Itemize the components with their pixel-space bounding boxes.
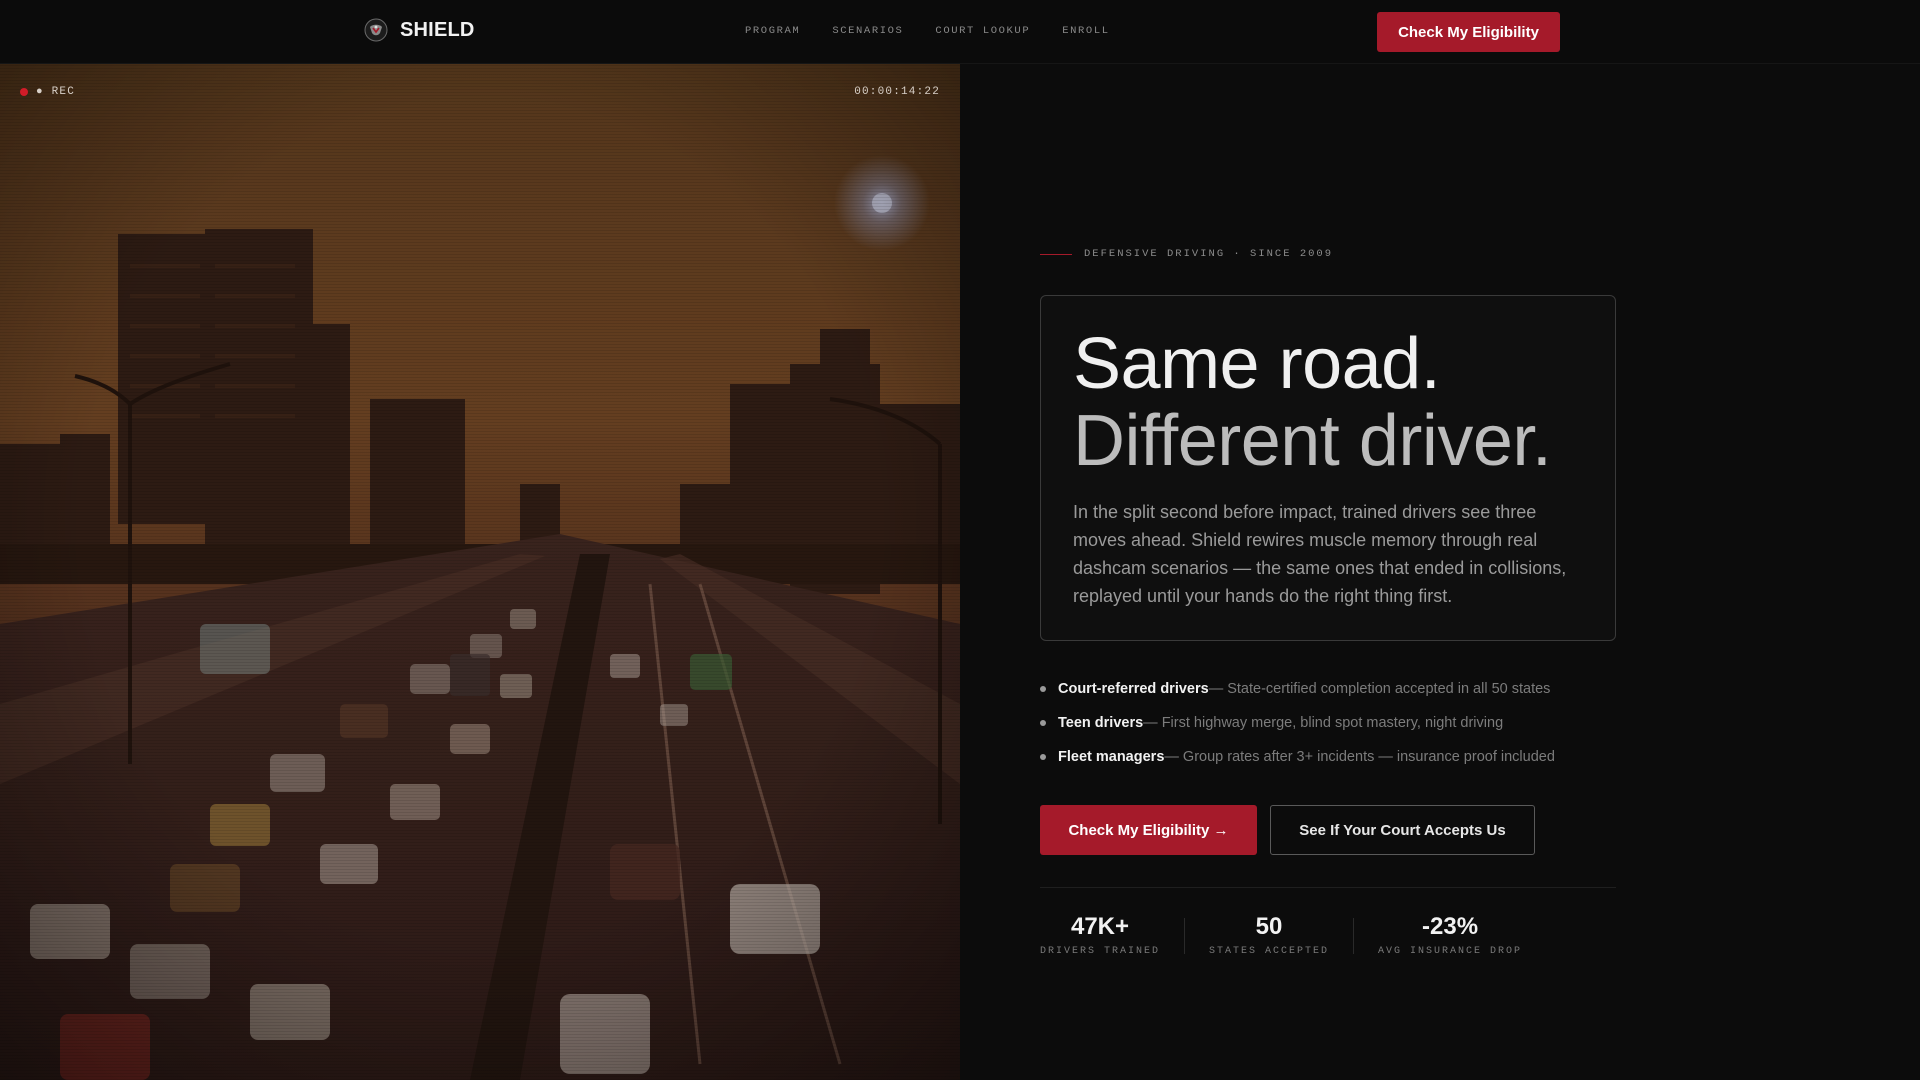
rec-label: ● REC: [36, 86, 76, 98]
brand-name: SHIELD: [400, 18, 475, 41]
headline-line-2: Different driver.: [1073, 401, 1552, 481]
audience-description: — State-certified completion accepted in…: [1208, 681, 1551, 697]
nav-check-eligibility-button[interactable]: Check My Eligibility: [1377, 12, 1560, 52]
eyebrow-accent-line: [1040, 253, 1072, 255]
stat-separator: [1184, 918, 1186, 954]
nav-links: PROGRAM SCENARIOS COURT LOOKUP ENROLL: [745, 25, 1110, 37]
stat-separator: [1353, 918, 1355, 954]
stat-drivers-trained: 47K+ DRIVERS TRAINED: [1040, 912, 1160, 957]
nav-link-court-lookup[interactable]: COURT LOOKUP: [935, 25, 1030, 37]
nav-link-scenarios[interactable]: SCENARIOS: [832, 25, 903, 37]
bullet-icon: [1040, 754, 1046, 760]
highway-scene-image: [0, 64, 960, 1080]
stat-insurance-drop: -23% AVG INSURANCE DROP: [1378, 912, 1522, 957]
audience-list: Court-referred drivers — State-certified…: [1040, 672, 1555, 774]
stat-label: STATES ACCEPTED: [1209, 946, 1330, 957]
hero-headline: Same road. Different driver.: [1073, 326, 1583, 480]
hero-body: In the split second before impact, train…: [1073, 502, 1567, 606]
bullet-icon: [1040, 720, 1046, 726]
court-accepts-button[interactable]: See If Your Court Accepts Us: [1270, 805, 1535, 855]
top-nav: SHIELD PROGRAM SCENARIOS COURT LOOKUP EN…: [0, 0, 1920, 64]
list-item: Fleet managers — Group rates after 3+ in…: [1040, 740, 1555, 774]
stat-value: -23%: [1422, 913, 1479, 940]
rec-dot-icon: [20, 88, 28, 96]
nav-link-enroll[interactable]: ENROLL: [1062, 25, 1109, 37]
bullet-icon: [1040, 686, 1046, 692]
list-item: Court-referred drivers — State-certified…: [1040, 672, 1555, 706]
eyebrow: DEFENSIVE DRIVING · SINCE 2009: [1040, 248, 1333, 260]
dashcam-video-panel: ● REC 00:00:14:22: [0, 64, 960, 1080]
list-item: Teen drivers — First highway merge, blin…: [1040, 706, 1555, 740]
stats-row: 47K+ DRIVERS TRAINED 50 STATES ACCEPTED …: [1040, 912, 1522, 957]
stat-states-accepted: 50 STATES ACCEPTED: [1209, 912, 1329, 957]
headline-line-1: Same road.: [1073, 324, 1441, 404]
hero-card: Same road. Different driver. In the spli…: [1040, 295, 1616, 641]
video-timecode: 00:00:14:22: [854, 86, 940, 98]
nav-link-program[interactable]: PROGRAM: [745, 25, 800, 37]
stat-value: 50: [1255, 913, 1283, 940]
brand-logo-link[interactable]: SHIELD: [364, 18, 475, 42]
stat-label: DRIVERS TRAINED: [1040, 946, 1161, 957]
audience-title: Teen drivers: [1058, 715, 1144, 731]
shield-logo-icon: [364, 18, 388, 42]
audience-description: — First highway merge, blind spot master…: [1143, 715, 1504, 731]
eyebrow-text: DEFENSIVE DRIVING · SINCE 2009: [1084, 248, 1334, 260]
audience-title: Court-referred drivers: [1058, 681, 1209, 697]
check-eligibility-button[interactable]: Check My Eligibility →: [1040, 805, 1257, 855]
rec-indicator: ● REC: [20, 86, 75, 98]
audience-title: Fleet managers: [1058, 749, 1165, 765]
stat-value: 47K+: [1070, 913, 1130, 940]
audience-description: — Group rates after 3+ incidents — insur…: [1164, 749, 1555, 765]
stat-label: AVG INSURANCE DROP: [1378, 946, 1523, 957]
stats-divider: [1040, 887, 1616, 888]
